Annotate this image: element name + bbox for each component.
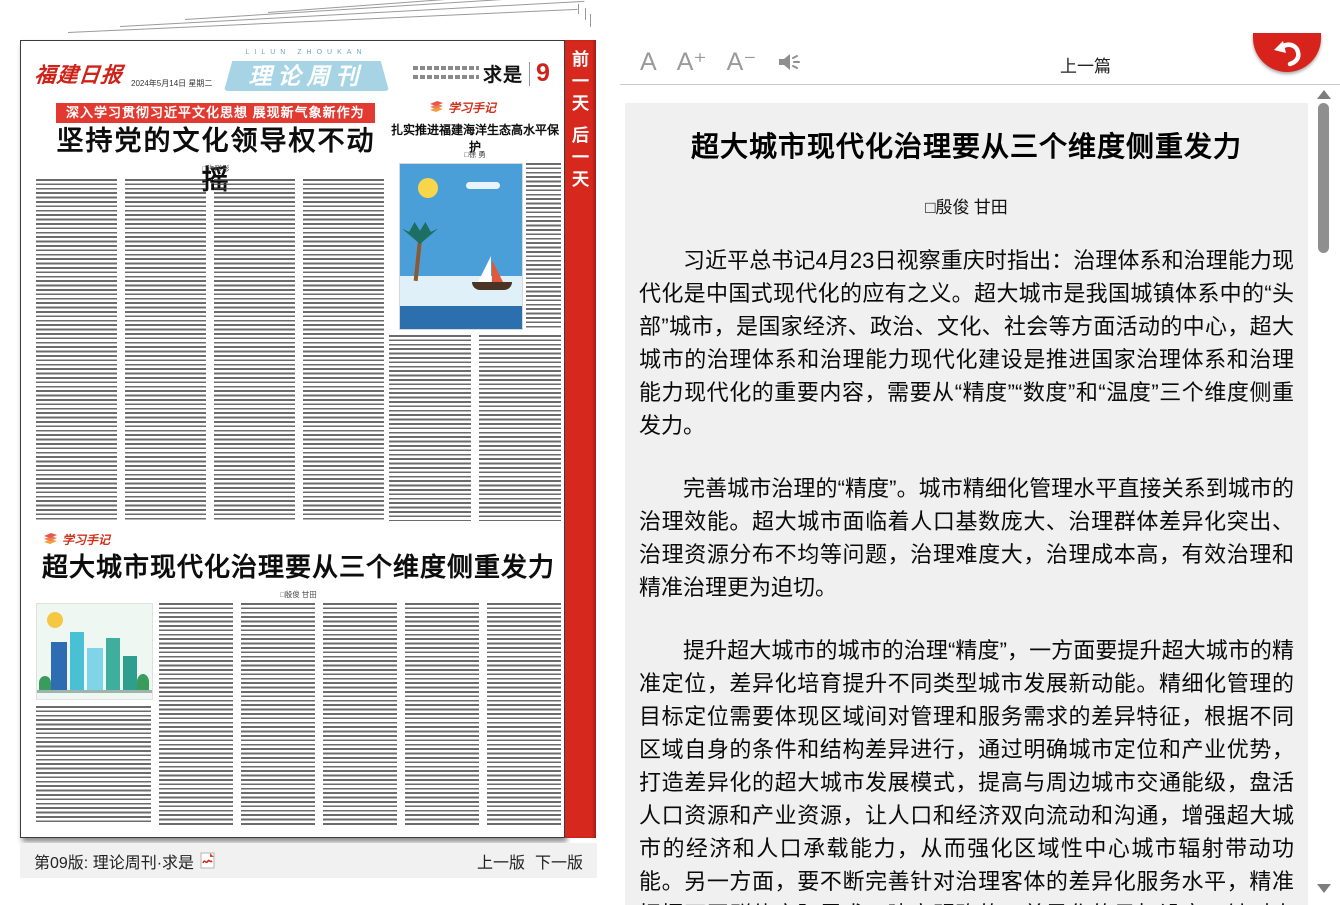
boat-hull xyxy=(472,282,512,290)
tree-shape xyxy=(137,674,149,690)
byline-marine-ecology: □徐 勇 xyxy=(389,149,561,160)
qiushi-brand: 求是 xyxy=(483,60,523,87)
fujian-daily-logo: 福建日报 xyxy=(33,59,124,89)
scroll-up-arrow[interactable] xyxy=(1317,90,1331,99)
edition-label: 第09版: 理论周刊·求是 xyxy=(34,849,194,873)
section-banner: 理论周刊 xyxy=(224,61,389,91)
headline-megacity-governance[interactable]: 超大城市现代化治理要从三个维度侧重发力 xyxy=(36,547,561,584)
building-shape xyxy=(87,648,103,690)
study-notes-badge: 学习手记 xyxy=(43,531,110,548)
newsprint-column xyxy=(479,335,561,521)
scroll-down-arrow[interactable] xyxy=(1317,884,1331,893)
return-arrow-icon xyxy=(1270,39,1304,67)
article3-col1 xyxy=(36,603,151,825)
building-shape xyxy=(70,632,84,690)
prev-day-tab[interactable]: 前一天 xyxy=(565,44,596,120)
ground-line xyxy=(37,690,152,693)
scrollbar-thumb[interactable] xyxy=(1318,103,1329,253)
newsprint-column xyxy=(303,179,384,521)
article1-columns xyxy=(36,179,384,521)
next-day-tab[interactable]: 后一天 xyxy=(565,120,596,196)
sun-icon xyxy=(47,612,63,628)
byline-culture-leadership: □许彤彤 xyxy=(46,163,386,174)
next-edition-link[interactable]: 下一版 xyxy=(535,849,583,873)
tree-shape xyxy=(39,676,51,690)
newsprint-column xyxy=(389,335,471,521)
newspaper-page[interactable]: 福建日报 2024年5月14日 星期二 LILUN ZHOUKAN 理论周刊 求… xyxy=(20,40,565,838)
sail-white xyxy=(478,256,491,282)
font-default-button[interactable]: A xyxy=(640,50,657,75)
seaside-illustration xyxy=(399,163,523,330)
brand-divider xyxy=(529,62,530,86)
newsprint-column xyxy=(526,163,561,328)
newsprint-column xyxy=(323,603,397,825)
reader-toolbar: A A⁺ A⁻ xyxy=(640,44,802,80)
article-reader: 超大城市现代化治理要从三个维度侧重发力 □殷俊 甘田 习近平总书记4月23日视察… xyxy=(625,103,1308,905)
prev-article-link[interactable]: 上一篇 xyxy=(1060,52,1111,77)
back-button[interactable] xyxy=(1253,33,1321,72)
pdf-icon[interactable] xyxy=(200,852,216,869)
font-increase-button[interactable]: A⁺ xyxy=(677,50,707,75)
page-number: 9 xyxy=(536,59,550,88)
article-author: □殷俊 甘田 xyxy=(639,193,1294,218)
article-paragraph: 提升超大城市的城市的治理“精度”，一方面要提升超大城市的精准定位，差异化培育提升… xyxy=(639,634,1294,905)
byline-megacity-governance: □殷俊 甘田 xyxy=(36,589,561,600)
article3-body xyxy=(36,603,561,825)
masthead-info-lines xyxy=(413,66,479,79)
article2-columns xyxy=(389,335,561,521)
badge-label: 学习手记 xyxy=(62,531,110,548)
badge-label: 学习手记 xyxy=(448,99,496,116)
notebook-icon xyxy=(43,533,58,546)
speaker-icon[interactable] xyxy=(776,51,802,73)
newsprint-column xyxy=(125,179,206,521)
building-shape xyxy=(106,638,120,690)
newsprint-column xyxy=(214,179,295,521)
newsprint-column xyxy=(241,603,315,825)
building-shape xyxy=(51,642,67,690)
newsprint-column xyxy=(487,603,561,825)
section-name-pinyin: LILUN ZHOUKAN xyxy=(221,49,391,56)
sail-red xyxy=(492,260,503,282)
brand-block: 求是 9 xyxy=(483,59,550,88)
article-paragraph: 完善城市治理的“精度”。城市精细化管理水平直接关系到城市的治理效能。超大城市面临… xyxy=(639,472,1294,604)
article-title: 超大城市现代化治理要从三个维度侧重发力 xyxy=(639,125,1294,165)
sun-icon xyxy=(418,178,438,198)
building-shape xyxy=(123,656,137,690)
newsprint-column xyxy=(159,603,233,825)
paper-date: 2024年5月14日 星期二 xyxy=(131,78,212,89)
newsprint-column xyxy=(36,179,117,521)
notebook-icon xyxy=(429,101,444,114)
newsprint-column xyxy=(405,603,479,825)
palm-leaves xyxy=(402,222,438,244)
masthead: 福建日报 2024年5月14日 星期二 xyxy=(35,59,212,89)
edition-bar: 第09版: 理论周刊·求是 上一版 下一版 xyxy=(20,843,597,878)
study-notes-badge: 学习手记 xyxy=(429,99,496,116)
cloud-shape xyxy=(466,182,500,189)
font-decrease-button[interactable]: A⁻ xyxy=(727,50,757,75)
newsprint-column xyxy=(36,706,151,825)
article-paragraph: 习近平总书记4月23日视察重庆时指出：治理体系和治理能力现代化是中国式现代化的应… xyxy=(639,244,1294,442)
city-illustration xyxy=(36,603,153,700)
day-ribbon: 前一天 后一天 xyxy=(565,40,596,838)
toolbar-divider xyxy=(620,84,1340,85)
prev-edition-link[interactable]: 上一版 xyxy=(477,849,525,873)
